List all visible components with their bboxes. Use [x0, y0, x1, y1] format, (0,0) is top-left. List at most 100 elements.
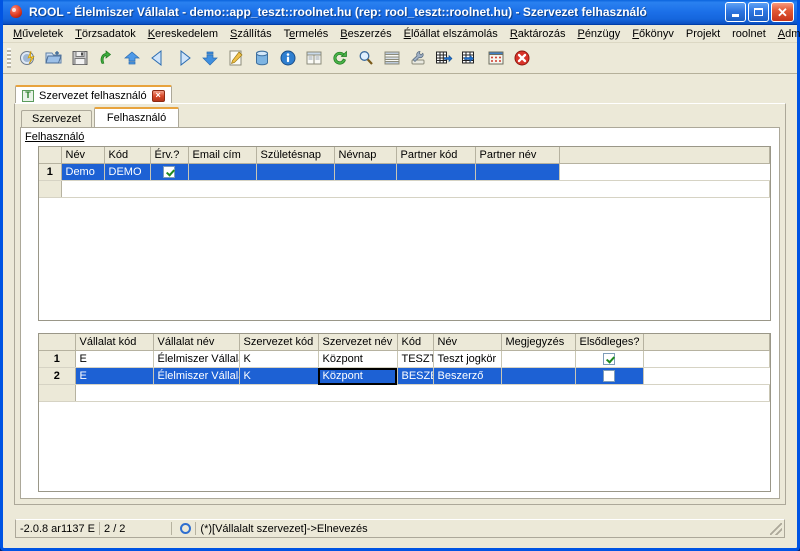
open-folder-icon[interactable]	[41, 46, 67, 71]
cell-partner-kod[interactable]	[396, 164, 475, 181]
row-number[interactable]: 1	[39, 351, 75, 368]
menu-item-szallitas[interactable]: Szállítás	[224, 26, 278, 42]
menu-item-beszerzes[interactable]: Beszerzés	[334, 26, 397, 42]
row-number[interactable]: 1	[39, 164, 61, 181]
cell-kod[interactable]: BESZERZ	[397, 368, 433, 385]
tab-szervezet[interactable]: Szervezet	[21, 110, 92, 127]
table-row[interactable]: 2 E Élelmiszer Vállalat K Központ BESZER…	[39, 368, 770, 385]
col-elsodleges[interactable]: Elsődleges?	[575, 334, 643, 351]
new-record-icon[interactable]	[15, 46, 41, 71]
col-rownum[interactable]	[39, 334, 75, 351]
refresh-arrow-icon[interactable]	[93, 46, 119, 71]
menu-item-muveletek[interactable]: Műveletek	[7, 26, 69, 42]
tools-icon[interactable]	[405, 46, 431, 71]
cancel-icon[interactable]	[509, 46, 535, 71]
table-row[interactable]: 1 E Élelmiszer Vállalat K Központ TESZT …	[39, 351, 770, 368]
col-kod[interactable]: Kód	[104, 147, 150, 164]
document-tab-szervezet-felhasznalo[interactable]: T Szervezet felhasználó ×	[15, 85, 172, 104]
cell-kod[interactable]: TESZT	[397, 351, 433, 368]
search-icon[interactable]	[353, 46, 379, 71]
col-vallalat-kod[interactable]: Vállalat kód	[75, 334, 153, 351]
columns-view-icon[interactable]	[301, 46, 327, 71]
report-icon[interactable]	[483, 46, 509, 71]
grid-import-icon[interactable]	[457, 46, 483, 71]
cell-elsodleges[interactable]	[575, 351, 643, 368]
col-email-cim[interactable]: Email cím	[188, 147, 256, 164]
menu-item-fokonyv[interactable]: Főkönyv	[626, 26, 680, 42]
menu-item-eloallat-elszamolas[interactable]: Élőállat elszámolás	[398, 26, 504, 42]
table-row[interactable]: 1 Demo DEMO	[39, 164, 770, 181]
save-icon[interactable]	[67, 46, 93, 71]
prev-arrow-icon[interactable]	[145, 46, 171, 71]
users-grid[interactable]: Név Kód Érv.? Email cím Születésnap Névn…	[38, 146, 771, 321]
cell-szervezet-kod[interactable]: K	[239, 351, 318, 368]
up-arrow-icon[interactable]	[119, 46, 145, 71]
info-icon[interactable]	[275, 46, 301, 71]
edit-pencil-icon[interactable]	[223, 46, 249, 71]
col-nev[interactable]: Név	[61, 147, 104, 164]
cell-megjegyzes[interactable]	[501, 351, 575, 368]
resize-grip[interactable]	[770, 523, 782, 535]
cell-vallalat-kod[interactable]: E	[75, 368, 153, 385]
close-button[interactable]: ✕	[771, 2, 794, 22]
checkbox-elsodleges[interactable]	[603, 370, 615, 382]
cell-erv[interactable]	[150, 164, 188, 181]
minimize-button[interactable]	[725, 2, 746, 22]
cell-vallalat-nev[interactable]: Élelmiszer Vállalat	[153, 351, 239, 368]
col-megjegyzes[interactable]: Megjegyzés	[501, 334, 575, 351]
grid-export-icon[interactable]	[431, 46, 457, 71]
down-arrow-icon[interactable]	[197, 46, 223, 71]
col-erv[interactable]: Érv.?	[150, 147, 188, 164]
close-icon[interactable]: ×	[152, 90, 165, 102]
col-nevnap[interactable]: Névnap	[334, 147, 396, 164]
row-number[interactable]: 2	[39, 368, 75, 385]
checkbox-erv[interactable]	[163, 166, 175, 178]
menu-item-penzugy[interactable]: Pénzügy	[571, 26, 626, 42]
col-kod[interactable]: Kód	[397, 334, 433, 351]
col-partner-nev[interactable]: Partner név	[475, 147, 559, 164]
col-partner-kod[interactable]: Partner kód	[396, 147, 475, 164]
maximize-button[interactable]	[748, 2, 769, 22]
status-bar: -2.0.8 ar1137 E 2 / 2 (*)[Vállalalt szer…	[6, 515, 794, 545]
cell-vallalat-nev[interactable]: Élelmiszer Vállalat	[153, 368, 239, 385]
cell-nevnap[interactable]	[334, 164, 396, 181]
tab-felhasznalo[interactable]: Felhasználó	[94, 107, 179, 127]
menu-item-kereskedelem[interactable]: Kereskedelem	[142, 26, 224, 42]
cell-szuletesnap[interactable]	[256, 164, 334, 181]
next-arrow-icon[interactable]	[171, 46, 197, 71]
menu-item-projekt[interactable]: Projekt	[680, 26, 726, 42]
menu-item-torzsadatok[interactable]: Törzsadatok	[69, 26, 142, 42]
users-grid-table: Név Kód Érv.? Email cím Születésnap Névn…	[39, 147, 770, 198]
list-view-icon[interactable]	[379, 46, 405, 71]
col-rownum[interactable]	[39, 147, 61, 164]
col-nev[interactable]: Név	[433, 334, 501, 351]
menu-item-roolnet[interactable]: roolnet	[726, 26, 772, 42]
cell-nev[interactable]: Beszerző	[433, 368, 501, 385]
cell-nev[interactable]: Teszt jogkör	[433, 351, 501, 368]
cell-megjegyzes[interactable]	[501, 368, 575, 385]
menu-item-raktarozas[interactable]: Raktározás	[504, 26, 572, 42]
menu-item-termeles[interactable]: Termelés	[278, 26, 335, 42]
toolbar-grip[interactable]	[7, 48, 11, 68]
col-szervezet-nev[interactable]: Szervezet név	[318, 334, 397, 351]
cell-partner-nev[interactable]	[475, 164, 559, 181]
menu-label: űveletek	[22, 28, 63, 40]
col-szuletesnap[interactable]: Születésnap	[256, 147, 334, 164]
cell-nev[interactable]: Demo	[61, 164, 104, 181]
cell-kod[interactable]: DEMO	[104, 164, 150, 181]
menu-item-admin[interactable]: Admin	[772, 26, 800, 42]
checkbox-elsodleges[interactable]	[603, 353, 615, 365]
document-panel: Szervezet Felhasználó Felhasználó	[14, 103, 786, 505]
database-icon[interactable]	[249, 46, 275, 71]
cell-elsodleges[interactable]	[575, 368, 643, 385]
cell-szervezet-nev[interactable]: Központ	[318, 351, 397, 368]
org-roles-grid[interactable]: Vállalat kód Vállalat név Szervezet kód …	[38, 333, 771, 492]
cell-szervezet-kod[interactable]: K	[239, 368, 318, 385]
col-szervezet-kod[interactable]: Szervezet kód	[239, 334, 318, 351]
cell-vallalat-kod[interactable]: E	[75, 351, 153, 368]
cell-szervezet-nev[interactable]: Központ	[318, 368, 397, 385]
cell-email-cim[interactable]	[188, 164, 256, 181]
col-vallalat-nev[interactable]: Vállalat név	[153, 334, 239, 351]
reload-icon[interactable]	[327, 46, 353, 71]
tab-page-felhasznalo: Felhasználó Név Kód	[20, 127, 780, 499]
